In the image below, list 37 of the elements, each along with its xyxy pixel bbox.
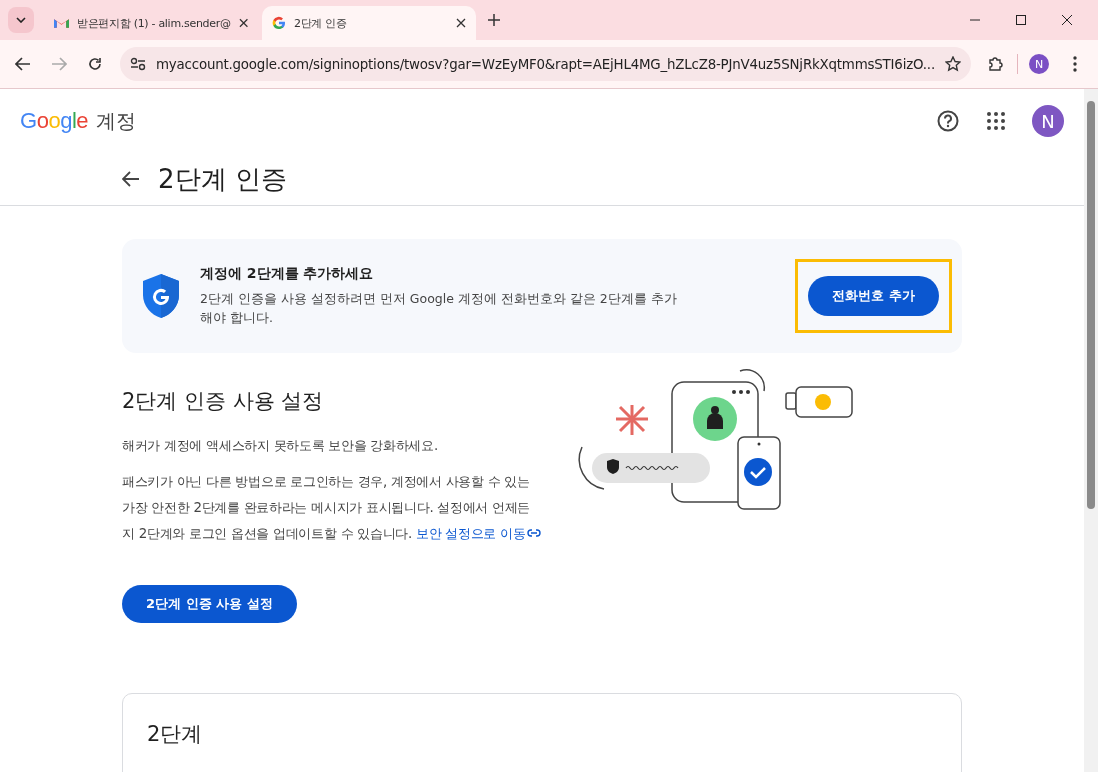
section-intro: 해커가 계정에 액세스하지 못하도록 보안을 강화하세요.	[122, 437, 439, 455]
puzzle-piece-icon[interactable]	[988, 56, 1004, 72]
back-arrow-icon[interactable]	[122, 171, 140, 187]
reload-icon[interactable]	[88, 57, 102, 71]
scrollbar[interactable]	[1084, 89, 1098, 772]
menu-icon[interactable]	[1073, 56, 1077, 72]
security-settings-link[interactable]: 보안 설정으로 이동	[415, 526, 542, 541]
page-title: 2단계 인증	[158, 162, 287, 196]
link-icon	[527, 528, 542, 538]
google-logo[interactable]: Google	[20, 108, 88, 134]
add-phone-button[interactable]: 전화번호 추가	[808, 276, 939, 316]
bookmark-star-icon[interactable]	[945, 56, 961, 72]
close-icon[interactable]	[456, 18, 466, 28]
banner-title: 계정에 2단계를 추가하세요	[200, 265, 375, 283]
shield-icon	[142, 273, 180, 319]
profile-avatar[interactable]: N	[1029, 54, 1049, 74]
product-name: 계정	[96, 107, 136, 135]
section-heading: 2단계 인증 사용 설정	[122, 388, 325, 415]
back-arrow-icon[interactable]	[15, 57, 31, 71]
tab-title: 받은편지함 (1) - alim.sender@	[77, 15, 231, 31]
account-avatar[interactable]: N	[1032, 105, 1064, 137]
banner-text: 2단계 인증을 사용 설정하려면 먼저 Google 계정에 전화번호와 같은 2단계를 추가해야 합니다.	[200, 290, 678, 327]
apps-grid-icon[interactable]	[987, 112, 1005, 130]
section-paragraph: 패스키가 아닌 다른 방법으로 로그인하는 경우, 계정에서 사용할 수 있는 가장 안전한 2단계를 완료하라는 메시지가 표시됩니다. 설정에서 언제든지 2단계와 로그인 옵션을 업데이트할 수 있습니다. 보안 설정으로 이동	[122, 469, 542, 547]
site-settings-icon[interactable]	[130, 57, 146, 71]
card-heading: 2단계	[147, 721, 204, 748]
close-icon[interactable]	[238, 18, 248, 28]
browser-tab[interactable]: 2단계 인증	[262, 6, 476, 40]
new-tab-icon[interactable]	[488, 14, 500, 26]
tab-title: 2단계 인증	[294, 15, 348, 31]
address-bar[interactable]: myaccount.google.com/signinoptions/twosv?gar=WzEyMF0&rapt=AEjHL4MG_hZLcZ8-PJnV4uz5SNjRkXqtmmsSTI6izO...	[120, 47, 971, 81]
chevron-down-icon[interactable]	[16, 17, 26, 23]
mail-icon	[54, 17, 69, 29]
google-g-icon	[272, 16, 286, 30]
enable-2sv-button[interactable]: 2단계 인증 사용 설정	[122, 585, 297, 623]
help-icon[interactable]	[937, 110, 959, 132]
browser-tab[interactable]: 받은편지함 (1) - alim.sender@	[44, 6, 258, 40]
